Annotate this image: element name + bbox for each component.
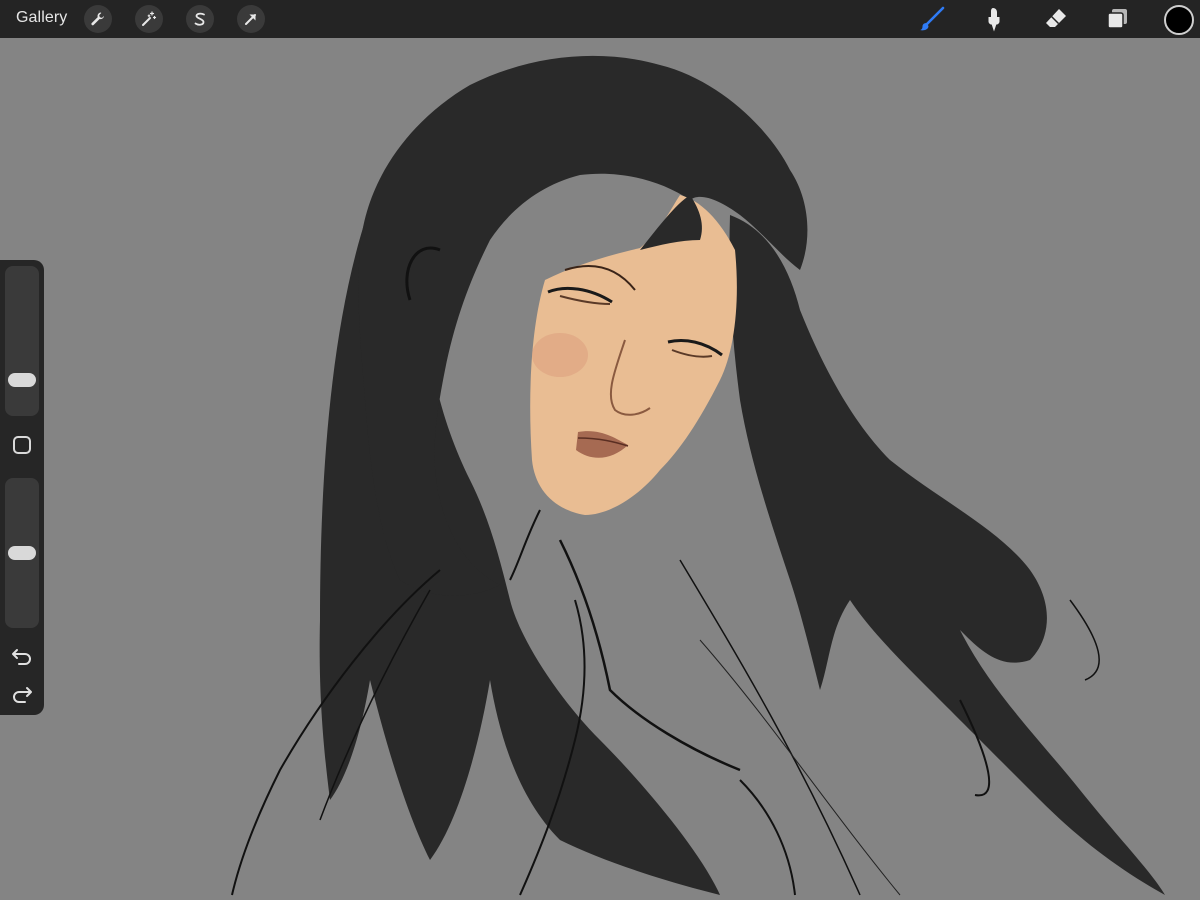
- opacity-slider[interactable]: [5, 478, 39, 628]
- magic-wand-icon[interactable]: [135, 5, 163, 33]
- drawing-canvas[interactable]: [0, 38, 1200, 900]
- redo-icon[interactable]: [10, 684, 34, 704]
- smudge-icon[interactable]: [979, 4, 1009, 34]
- eraser-icon[interactable]: [1041, 4, 1071, 34]
- undo-icon[interactable]: [10, 646, 34, 666]
- color-swatch[interactable]: [1164, 5, 1194, 35]
- layers-icon[interactable]: [1102, 4, 1132, 34]
- gallery-button[interactable]: Gallery: [16, 9, 67, 27]
- left-sidebar: [0, 260, 44, 715]
- artwork-illustration: [231, 55, 1165, 896]
- transform-arrow-icon[interactable]: [237, 5, 265, 33]
- wrench-icon[interactable]: [84, 5, 112, 33]
- modify-square-icon[interactable]: [12, 435, 32, 455]
- top-toolbar: Gallery: [0, 0, 1200, 38]
- brush-icon[interactable]: [917, 4, 947, 34]
- brush-size-thumb[interactable]: [8, 373, 36, 387]
- selection-s-icon[interactable]: [186, 5, 214, 33]
- brush-size-slider[interactable]: [5, 266, 39, 416]
- opacity-thumb[interactable]: [8, 546, 36, 560]
